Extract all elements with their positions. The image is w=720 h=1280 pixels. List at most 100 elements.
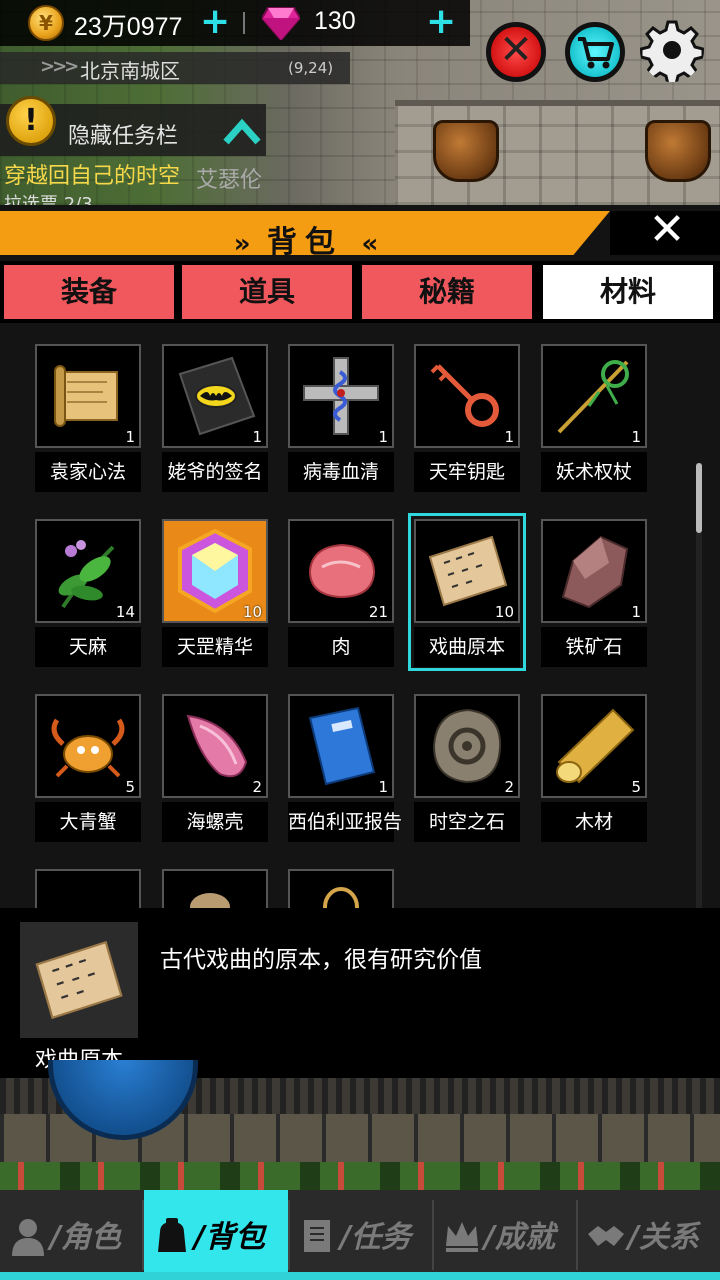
add-gems-button[interactable]: + — [426, 4, 456, 40]
current-task-title[interactable]: 穿越回自己的时空 — [4, 158, 180, 190]
nav-accent-strip — [0, 1272, 720, 1280]
hide-task-bar-label[interactable]: 隐藏任务栏 — [68, 118, 178, 150]
item-count: 5 — [125, 778, 135, 796]
item-thumb: 1 — [414, 344, 520, 448]
item-count: 10 — [242, 603, 262, 621]
item-count: 10 — [494, 603, 514, 621]
chevron-up-icon[interactable] — [222, 112, 262, 152]
currency-bar — [0, 0, 470, 46]
nav-character-label: /角色 — [50, 1220, 121, 1255]
manuscript-icon — [428, 535, 508, 607]
item-thumb — [288, 869, 394, 908]
item-name: 妖术权杖 — [541, 452, 647, 492]
item-name: 姥爷的签名 — [162, 452, 268, 492]
incense-burner-left — [433, 120, 499, 182]
gem-icon — [262, 7, 300, 40]
item-count: 21 — [368, 603, 388, 621]
crab-icon — [51, 718, 125, 778]
item-count: 1 — [378, 428, 388, 446]
map-courtyard-wall — [395, 100, 720, 205]
item-thumb: 10 — [414, 519, 520, 623]
batman-signature-icon — [178, 356, 256, 436]
meat-icon — [308, 543, 376, 599]
item-thumb: 14 — [35, 519, 141, 623]
iron-ore-icon — [561, 535, 629, 609]
bag-close-button[interactable]: ✕ — [642, 205, 692, 255]
item-count: 5 — [631, 778, 641, 796]
item-count: 2 — [252, 778, 262, 796]
item-thumb — [162, 869, 268, 908]
item-thumb — [35, 869, 141, 908]
tab-materials[interactable]: 材料 — [543, 265, 713, 319]
crown-icon — [446, 1222, 478, 1252]
item-detail-panel: 戏曲原本 古代戏曲的原本，很有研究价值 — [0, 908, 720, 1078]
item-thumb: 1 — [288, 344, 394, 448]
tab-equipment[interactable]: 装备 — [4, 265, 174, 319]
grid-scrollbar-thumb[interactable] — [696, 463, 702, 533]
item-count: 1 — [125, 428, 135, 446]
currency-divider — [243, 12, 245, 34]
item-name: 时空之石 — [414, 802, 520, 842]
item-thumb: 1 — [541, 344, 647, 448]
add-coins-button[interactable]: + — [200, 4, 230, 40]
manuscript-icon — [35, 940, 123, 1020]
map-plants — [0, 1162, 720, 1190]
item-thumb: 2 — [162, 694, 268, 798]
item-thumb: 1 — [288, 694, 394, 798]
chevrons-left-icon: « — [361, 229, 378, 259]
item-thumb: 2 — [414, 694, 520, 798]
herb-icon — [58, 540, 115, 609]
person-icon — [12, 1219, 44, 1256]
wood-icon — [556, 708, 635, 784]
nav-tasks[interactable]: /任务 — [290, 1190, 434, 1280]
bottom-nav: /角色 /背包 /任务 /成就 /关系 — [0, 1190, 720, 1280]
rope-item-icon — [323, 887, 359, 908]
item-thumb: 1 — [162, 344, 268, 448]
bag-window: » 背包 « ✕ 装备 道具 秘籍 材料 1 袁家心法 1 姥爷的签名 1 病毒… — [0, 205, 720, 1078]
report-icon — [308, 706, 376, 786]
nav-achievements[interactable]: /成就 — [434, 1190, 578, 1280]
item-thumb: 5 — [35, 694, 141, 798]
scroll-icon — [54, 365, 118, 427]
exit-button[interactable]: ✕ — [486, 22, 546, 82]
tab-manuals[interactable]: 秘籍 — [362, 265, 532, 319]
detail-thumb — [20, 922, 138, 1038]
time-stone-icon — [432, 708, 502, 784]
cart-icon — [578, 37, 614, 69]
item-thumb: 5 — [541, 694, 647, 798]
item-name: 袁家心法 — [35, 452, 141, 492]
handshake-icon — [588, 1226, 624, 1246]
item-count: 14 — [115, 603, 135, 621]
detail-item-description: 古代戏曲的原本，很有研究价值 — [160, 947, 482, 973]
key-icon — [430, 364, 499, 427]
nav-achievements-label: /成就 — [484, 1220, 555, 1255]
item-name: 肉 — [288, 627, 394, 667]
task-progress: 拉选票 2/3 — [4, 194, 93, 205]
staff-icon — [557, 360, 629, 434]
task-npc-name: 艾瑟伦 — [196, 168, 263, 193]
settings-gear-icon[interactable] — [640, 18, 704, 82]
nav-character[interactable]: /角色 — [0, 1190, 144, 1280]
item-count: 1 — [504, 428, 514, 446]
coin-icon: ¥ — [28, 5, 64, 41]
item-name: 天罡精华 — [162, 627, 268, 667]
item-grid: 1 袁家心法 1 姥爷的签名 1 病毒血清 1 天牢钥匙 1 妖术权杖 14 天… — [0, 323, 720, 908]
nav-bag[interactable]: /背包 — [144, 1190, 288, 1280]
item-name: 天牢钥匙 — [414, 452, 520, 492]
shop-button[interactable] — [565, 22, 625, 82]
nav-relations-label: /关系 — [628, 1220, 699, 1255]
item-thumb: 1 — [35, 344, 141, 448]
location-coords: (9,24) — [288, 59, 334, 77]
nav-relations[interactable]: /关系 — [578, 1190, 720, 1280]
bag-title-bar: » 背包 « — [0, 217, 610, 261]
gem-amount: 130 — [314, 7, 356, 35]
item-count: 1 — [631, 603, 641, 621]
item-thumb: 21 — [288, 519, 394, 623]
location-bar: >>> 北京南城区 (9,24) — [0, 52, 350, 84]
item-name: 海螺壳 — [162, 802, 268, 842]
item-name: 铁矿石 — [541, 627, 647, 667]
nav-bag-label: /背包 — [194, 1220, 265, 1255]
tab-props[interactable]: 道具 — [182, 265, 352, 319]
bag-tabs: 装备 道具 秘籍 材料 — [0, 261, 720, 323]
conch-icon — [186, 714, 248, 778]
